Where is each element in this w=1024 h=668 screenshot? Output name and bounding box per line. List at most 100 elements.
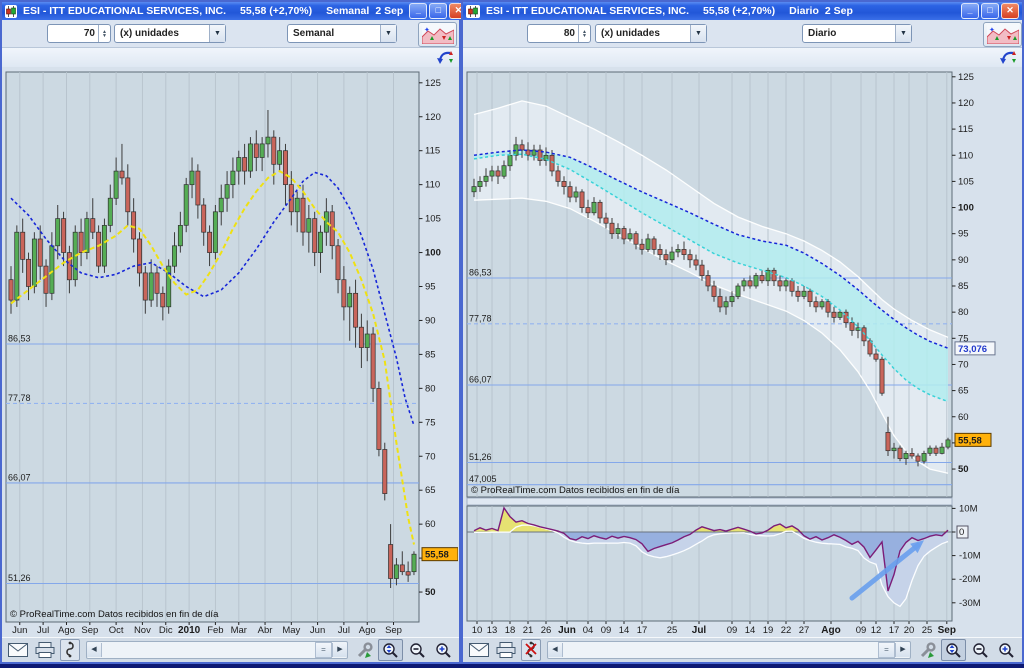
units-type-dropdown[interactable]: (x) unidades ▼ (595, 24, 707, 43)
email-icon[interactable] (6, 640, 30, 660)
indicator-settings-icon[interactable] (917, 640, 938, 660)
chart-subheader (463, 48, 1022, 67)
zoom-out-icon[interactable] (406, 640, 429, 660)
svg-text:20: 20 (904, 625, 915, 636)
candlestick-app-icon (5, 5, 17, 18)
zoom-in-icon[interactable] (995, 640, 1018, 660)
svg-text:60: 60 (958, 412, 969, 423)
svg-text:-20M: -20M (959, 574, 981, 585)
svg-text:120: 120 (958, 98, 974, 109)
svg-text:© ProRealTime.com Datos recib: © ProRealTime.com Datos recibidos en fin… (10, 609, 219, 620)
svg-text:100: 100 (425, 248, 441, 259)
weekly-price-chart[interactable]: 86,5377,7866,0751,2612512011511010510095… (3, 66, 458, 637)
svg-text:120: 120 (425, 112, 441, 123)
svg-text:55,58: 55,58 (425, 550, 449, 561)
svg-text:Dic: Dic (159, 625, 173, 636)
svg-text:85: 85 (958, 281, 969, 292)
svg-text:85: 85 (425, 349, 436, 360)
units-count-input[interactable]: 80 ▲▼ (527, 24, 591, 43)
svg-text:12: 12 (871, 625, 882, 636)
svg-text:09: 09 (856, 625, 867, 636)
maximize-button[interactable]: □ (981, 3, 999, 19)
svg-text:Sep: Sep (938, 625, 956, 636)
link-charts-icon[interactable] (60, 639, 80, 661)
svg-text:50: 50 (425, 587, 436, 598)
timeframe-dropdown[interactable]: Diario ▼ (802, 24, 912, 43)
chevron-down-icon[interactable]: ▼ (209, 25, 225, 42)
daily-price-chart[interactable]: 86,5377,7866,0751,2647,00512512011511010… (464, 66, 1021, 637)
svg-text:65: 65 (958, 386, 969, 397)
minimize-button[interactable]: _ (409, 3, 427, 19)
print-icon[interactable] (33, 640, 57, 660)
svg-text:110: 110 (958, 150, 973, 161)
chart-style-button[interactable]: ✦ (983, 22, 1022, 47)
chart-style-icon: ✦ (987, 25, 1019, 44)
scrollbar-thumb[interactable]: = (878, 642, 895, 658)
zoom-out-icon[interactable] (969, 640, 992, 660)
svg-text:Nov: Nov (134, 625, 151, 636)
svg-text:© ProRealTime.com Datos recib: © ProRealTime.com Datos recibidos en fin… (471, 485, 680, 496)
chevron-down-icon[interactable]: ▼ (380, 25, 396, 42)
chart-style-button[interactable]: ✦ (418, 22, 457, 47)
scroll-right-icon[interactable]: ▶ (895, 643, 910, 657)
svg-text:17: 17 (637, 625, 648, 636)
scrollbar-thumb[interactable]: = (315, 642, 332, 658)
fit-vertical-zoom-icon[interactable] (378, 639, 403, 661)
svg-text:77,78: 77,78 (8, 393, 31, 403)
statusbar-weekly: ◀ = ▶ (2, 637, 459, 662)
svg-text:04: 04 (583, 625, 594, 636)
link-charts-disabled-icon[interactable] (521, 639, 541, 661)
svg-text:Jul: Jul (692, 625, 707, 636)
svg-text:80: 80 (425, 383, 436, 394)
scroll-left-icon[interactable]: ◀ (548, 643, 563, 657)
timeframe-dropdown[interactable]: Semanal ▼ (287, 24, 397, 43)
svg-text:73,076: 73,076 (958, 344, 987, 355)
svg-text:60: 60 (425, 519, 436, 530)
title-timeframe: Diario (789, 5, 819, 17)
scroll-left-icon[interactable]: ◀ (87, 643, 102, 657)
title-date: 2 Sep (375, 5, 403, 17)
chevron-down-icon[interactable]: ▼ (895, 25, 911, 42)
close-button[interactable]: ✕ (1001, 3, 1019, 19)
svg-text:51,26: 51,26 (469, 452, 492, 462)
horizontal-scrollbar[interactable]: ◀ = ▶ (547, 641, 911, 659)
toolbar-weekly: 70 ▲▼ (x) unidades ▼ Semanal ▼ ✦ (2, 20, 459, 48)
scroll-right-icon[interactable]: ▶ (332, 643, 347, 657)
svg-text:Jul: Jul (37, 625, 49, 636)
svg-text:Jun: Jun (310, 625, 325, 636)
units-count-input[interactable]: 70 ▲▼ (47, 24, 111, 43)
svg-text:14: 14 (619, 625, 630, 636)
horizontal-scrollbar[interactable]: ◀ = ▶ (86, 641, 348, 659)
chevron-down-icon[interactable]: ▼ (690, 25, 706, 42)
units-type-dropdown[interactable]: (x) unidades ▼ (114, 24, 226, 43)
svg-text:66,07: 66,07 (8, 472, 31, 482)
email-icon[interactable] (467, 640, 491, 660)
svg-text:10M: 10M (959, 503, 978, 514)
svg-text:Feb: Feb (207, 625, 223, 636)
svg-text:75: 75 (425, 417, 436, 428)
svg-text:125: 125 (425, 78, 441, 89)
prorealtime-workspace: ESI - ITT EDUCATIONAL SERVICES, INC. 55,… (0, 0, 1024, 668)
spinner-arrows-icon[interactable]: ▲▼ (578, 25, 590, 42)
zoom-in-icon[interactable] (432, 640, 455, 660)
svg-text:09: 09 (601, 625, 612, 636)
svg-text:100: 100 (958, 203, 974, 214)
spinner-arrows-icon[interactable]: ▲▼ (98, 25, 110, 42)
minimize-button[interactable]: _ (961, 3, 979, 19)
fit-vertical-zoom-icon[interactable] (941, 639, 966, 661)
svg-text:25: 25 (667, 625, 678, 636)
title-last-price: 55,58 (+2,70%) (703, 5, 775, 17)
titlebar-weekly[interactable]: ESI - ITT EDUCATIONAL SERVICES, INC. 55,… (2, 2, 459, 20)
svg-text:Jun: Jun (12, 625, 27, 636)
svg-text:13: 13 (487, 625, 498, 636)
svg-text:86,53: 86,53 (469, 268, 492, 278)
svg-text:125: 125 (958, 72, 974, 83)
maximize-button[interactable]: □ (429, 3, 447, 19)
indicator-settings-icon[interactable] (354, 640, 375, 660)
print-icon[interactable] (494, 640, 518, 660)
titlebar-daily[interactable]: ESI - ITT EDUCATIONAL SERVICES, INC. 55,… (463, 2, 1022, 20)
svg-text:21: 21 (523, 625, 534, 636)
svg-text:80: 80 (958, 307, 969, 318)
svg-text:77,78: 77,78 (469, 313, 492, 323)
svg-text:95: 95 (958, 229, 969, 240)
